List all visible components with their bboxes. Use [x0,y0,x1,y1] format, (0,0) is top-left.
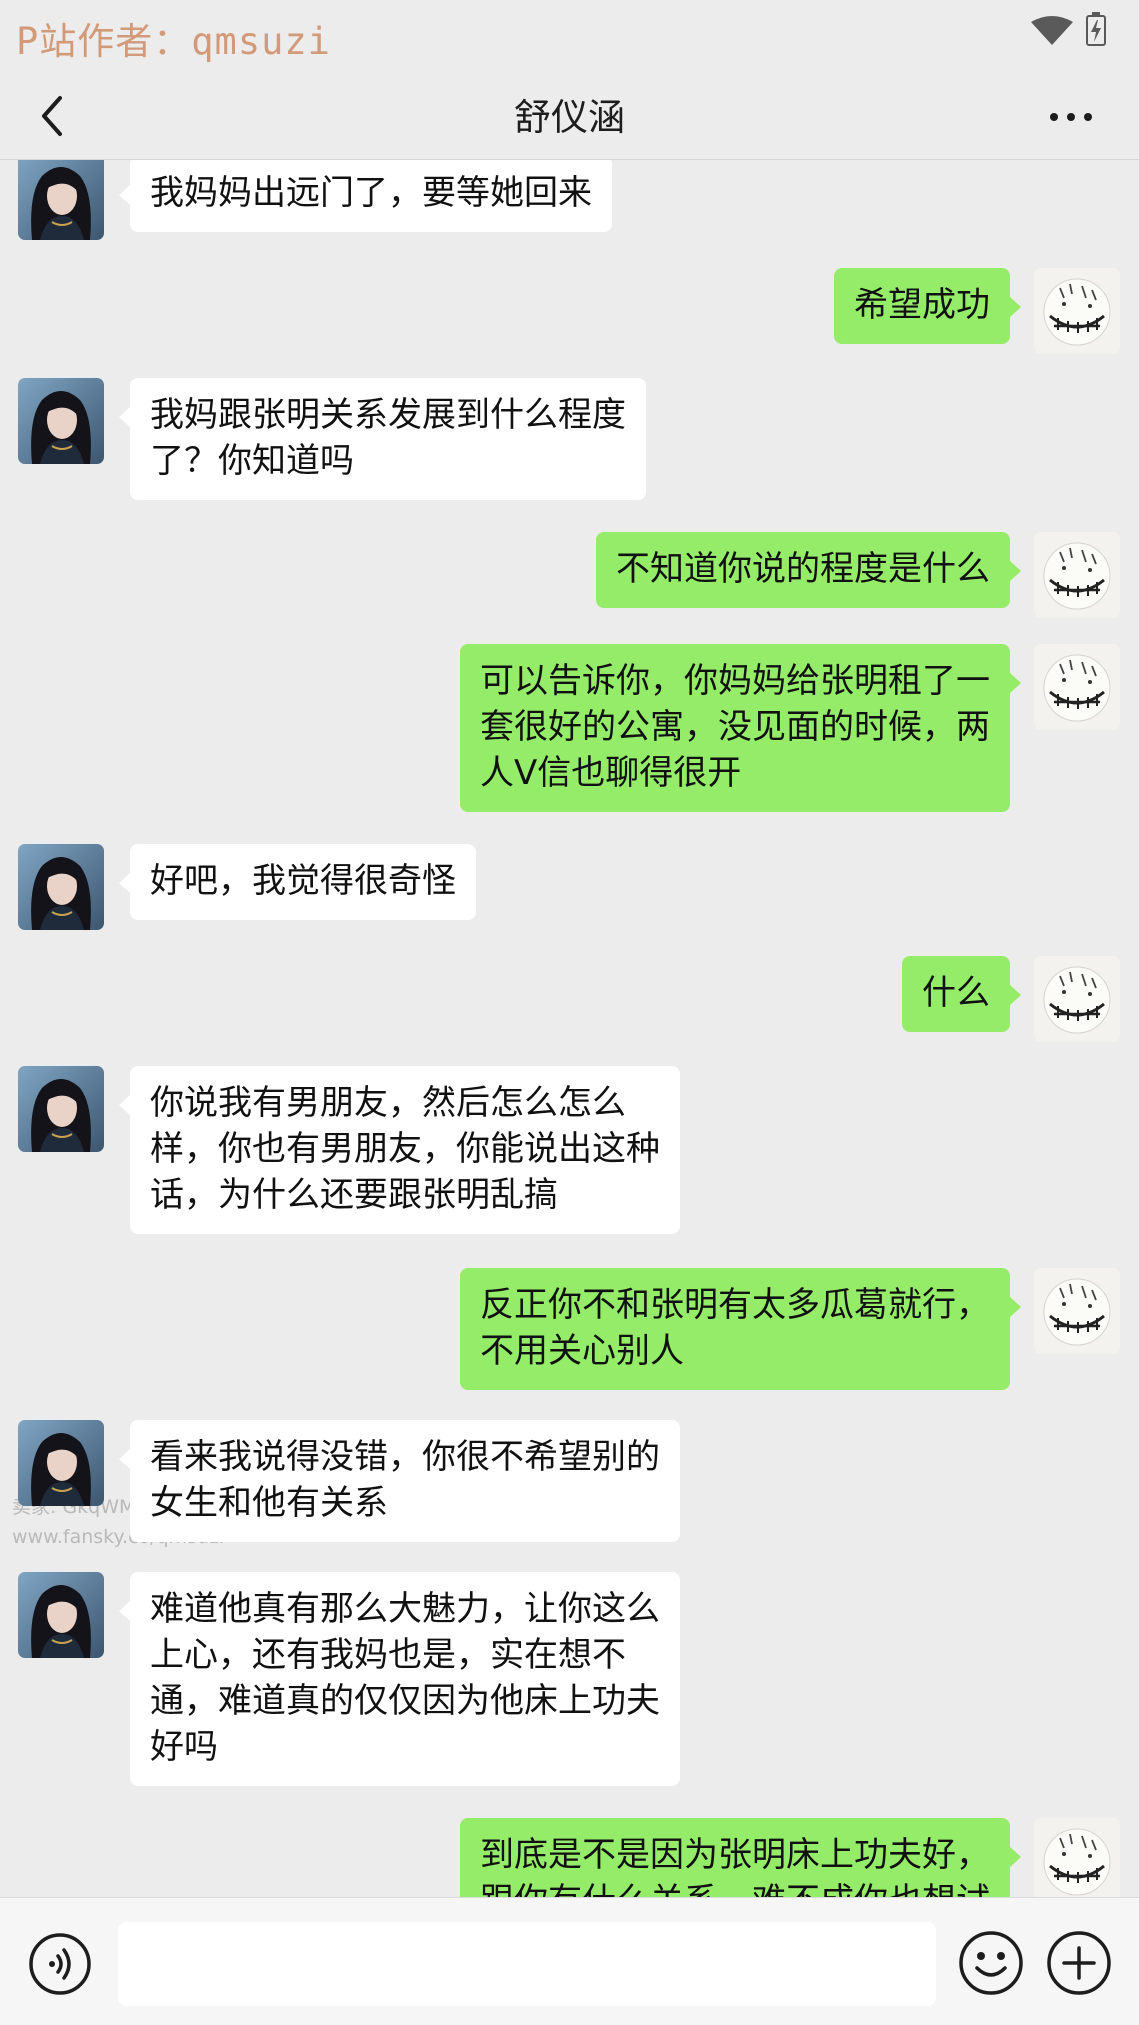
sent-bubble[interactable]: 到底是不是因为张明床上功夫好， 跟你有什么关系，难不成你也想试 [460,1818,1021,1897]
wifi-icon [1031,16,1073,45]
received-bubble[interactable]: 我妈跟张明关系发展到什么程度 了？你知道吗 [119,378,646,500]
received-bubble[interactable]: 好吧，我觉得很奇怪 [119,844,476,920]
received-bubble[interactable]: 看来我说得没错，你很不希望别的 女生和他有关系 [119,1420,680,1542]
more-options-icon[interactable] [1046,102,1096,132]
chat-title: 舒仪涵 [514,96,625,139]
my-avatar[interactable] [1034,956,1120,1042]
contact-avatar[interactable] [18,1572,104,1658]
received-bubble[interactable]: 我妈妈出远门了，要等她回来 [119,160,612,232]
contact-avatar[interactable] [18,160,104,240]
contact-avatar[interactable] [18,844,104,930]
my-avatar[interactable] [1034,1818,1120,1897]
emoji-icon[interactable] [958,1930,1024,1996]
my-avatar[interactable] [1034,268,1120,354]
plus-icon[interactable] [1046,1930,1112,1996]
my-avatar[interactable] [1034,644,1120,730]
chat-screen: P站作者：qmsuzi 舒仪涵 卖家: GkqWM www.fansky.co/… [0,0,1139,2025]
received-bubble[interactable]: 难道他真有那么大魅力，让你这么 上心，还有我妈也是，实在想不 通，难道真的仅仅因… [119,1572,680,1786]
author-watermark: P站作者：qmsuzi [16,20,331,63]
message-list[interactable]: 卖家: GkqWM www.fansky.co/qmsuzi 我妈妈出远门了，要… [0,160,1139,1897]
message-input[interactable] [118,1922,936,2006]
contact-avatar[interactable] [18,378,104,464]
battery-icon [1086,12,1106,46]
contact-avatar[interactable] [18,1420,104,1506]
received-bubble[interactable]: 你说我有男朋友，然后怎么怎么 样，你也有男朋友，你能说出这种 话，为什么还要跟张… [119,1066,680,1234]
sent-bubble[interactable]: 不知道你说的程度是什么 [596,532,1021,608]
sent-bubble[interactable]: 什么 [902,956,1021,1032]
sent-bubble[interactable]: 可以告诉你，你妈妈给张明租了一 套很好的公寓，没见面的时候，两 人V信也聊得很开 [460,644,1021,812]
voice-icon[interactable] [28,1932,92,1996]
input-bar [0,1897,1139,2025]
sent-bubble[interactable]: 反正你不和张明有太多瓜葛就行， 不用关心别人 [460,1268,1021,1390]
sent-bubble[interactable]: 希望成功 [834,268,1021,344]
status-bar: P站作者：qmsuzi [0,0,1139,76]
contact-avatar[interactable] [18,1066,104,1152]
my-avatar[interactable] [1034,1268,1120,1354]
my-avatar[interactable] [1034,532,1120,618]
chat-header: 舒仪涵 [0,76,1139,160]
